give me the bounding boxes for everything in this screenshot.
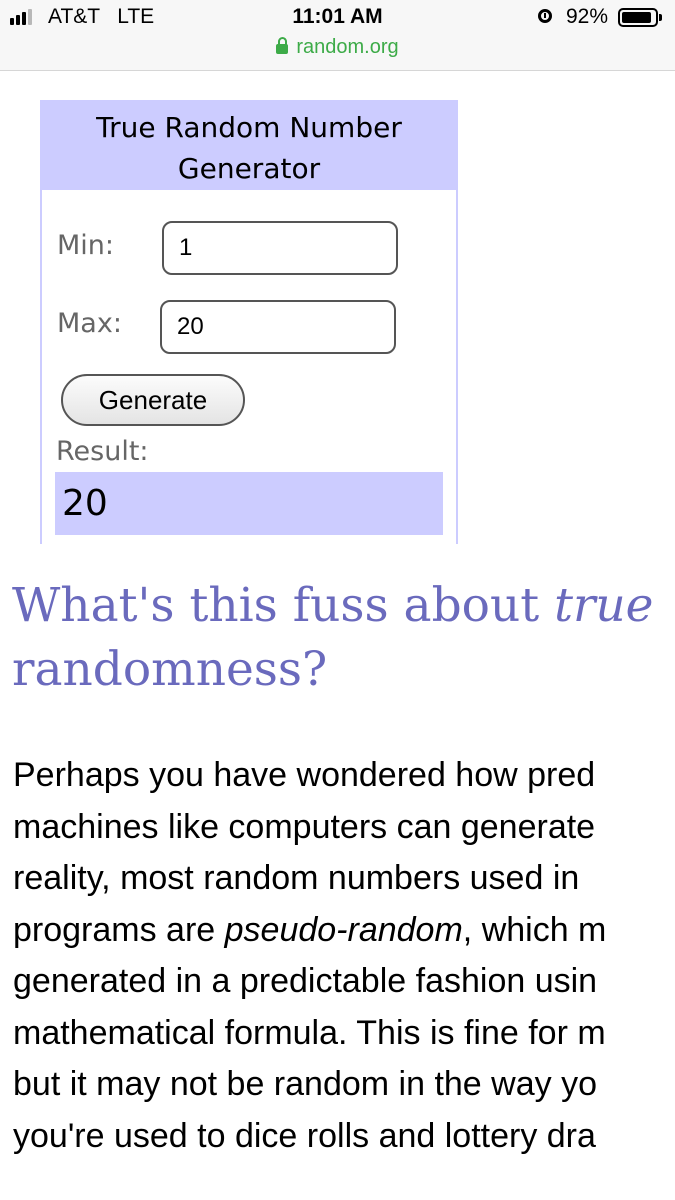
lock-icon: [276, 37, 289, 54]
paragraph-line: generated in a predictable fashion usin: [13, 962, 598, 1000]
page: AT&T LTE 11:01 AM random.org 92% True Ra…: [0, 0, 675, 1200]
address-bar[interactable]: random.org: [0, 36, 675, 59]
result-label: Result:: [56, 436, 149, 467]
paragraph-text: programs are: [13, 910, 225, 949]
paragraph-line: reality, most random numbers used in: [13, 859, 580, 897]
random-number-generator-widget: True Random Number Generator Min: Max: G…: [40, 100, 458, 544]
max-input[interactable]: [160, 300, 396, 354]
status-bar: AT&T LTE 11:01 AM random.org 92%: [0, 0, 675, 71]
paragraph-line: programs are pseudo-random, which m: [13, 905, 675, 957]
result-value: 20: [55, 472, 443, 535]
heading-prefix: What's this fuss about: [12, 578, 555, 633]
paragraph-line: Perhaps you have wondered how pred: [13, 756, 596, 794]
intro-paragraph: Perhaps you have wondered how pred machi…: [13, 750, 675, 1162]
widget-title: True Random Number Generator: [42, 102, 456, 190]
min-label: Min:: [57, 230, 115, 261]
paragraph-line: mathematical formula. This is fine for m: [13, 1013, 606, 1052]
address-url: random.org: [296, 36, 399, 58]
heading-emphasis: true: [554, 578, 654, 633]
generate-button[interactable]: Generate: [61, 374, 245, 426]
alarm-icon: [538, 9, 552, 23]
min-input[interactable]: [162, 221, 398, 275]
section-heading: What's this fuss about true randomness?: [12, 574, 675, 702]
paragraph-line: you're used to dice rolls and lottery dr…: [13, 1116, 596, 1155]
heading-suffix: randomness?: [12, 642, 328, 697]
paragraph-text: , which m: [462, 910, 607, 949]
battery-cap: [659, 14, 662, 21]
max-label: Max:: [57, 308, 122, 339]
battery-level-fill: [622, 12, 652, 23]
pseudo-random-emphasis: pseudo-random: [224, 910, 463, 949]
battery-percent: 92%: [566, 5, 609, 28]
paragraph-line: machines like computers can generate: [13, 807, 596, 846]
paragraph-line: but it may not be random in the way yo: [13, 1065, 597, 1103]
battery-icon: [618, 8, 658, 27]
